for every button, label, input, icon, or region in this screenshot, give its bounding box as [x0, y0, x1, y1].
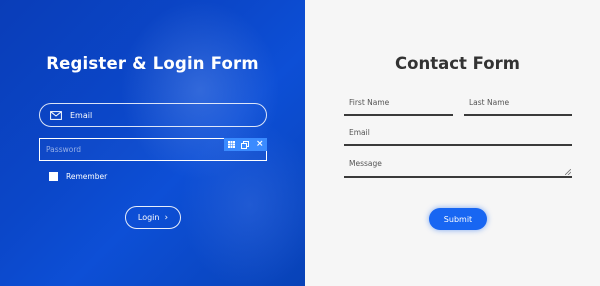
- contact-form-title: Contact Form: [395, 54, 520, 73]
- login-panel: Register & Login Form Email Password × R…: [0, 0, 305, 286]
- contact-email-input[interactable]: Email: [344, 128, 572, 146]
- contact-email-placeholder: Email: [349, 128, 370, 137]
- first-name-placeholder: First Name: [349, 98, 390, 107]
- close-icon[interactable]: ×: [254, 139, 265, 150]
- remember-option[interactable]: Remember: [49, 172, 107, 181]
- remember-label: Remember: [66, 172, 108, 181]
- message-placeholder: Message: [349, 159, 382, 168]
- message-textarea[interactable]: Message: [344, 159, 572, 178]
- contact-panel: Contact Form First Name Last Name Email …: [305, 0, 600, 286]
- chevron-right-icon: ›: [164, 212, 169, 223]
- email-input[interactable]: Email: [39, 103, 267, 127]
- password-placeholder: Password: [46, 145, 82, 154]
- last-name-placeholder: Last Name: [469, 98, 510, 107]
- close-glyph: ×: [256, 139, 264, 149]
- email-placeholder: Email: [70, 110, 93, 120]
- envelope-icon: [50, 110, 62, 120]
- resize-handle-icon[interactable]: [565, 169, 571, 175]
- submit-button[interactable]: Submit: [429, 208, 487, 230]
- grid-icon[interactable]: [226, 139, 237, 150]
- remember-checkbox[interactable]: [49, 172, 58, 181]
- login-button[interactable]: Login ›: [125, 206, 181, 229]
- duplicate-icon[interactable]: [240, 139, 251, 150]
- last-name-input[interactable]: Last Name: [464, 98, 572, 116]
- first-name-input[interactable]: First Name: [344, 98, 453, 116]
- element-edit-toolbar: ×: [224, 138, 267, 151]
- login-form-title: Register & Login Form: [46, 54, 259, 73]
- submit-button-label: Submit: [443, 214, 473, 224]
- login-button-label: Login: [137, 213, 160, 222]
